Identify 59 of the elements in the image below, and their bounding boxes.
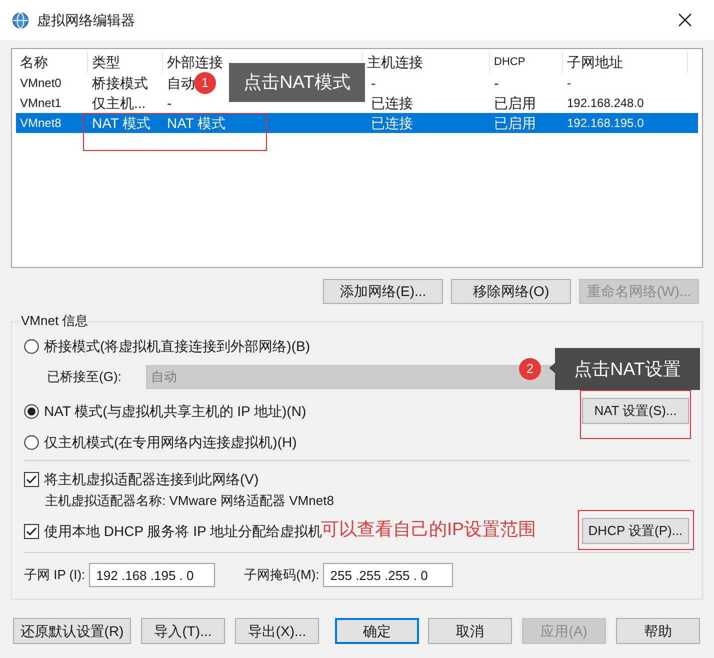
- table-cell: NAT 模式: [92, 114, 151, 132]
- dialog-button[interactable]: 确定: [335, 618, 419, 644]
- hint-tooltip: 点击NAT设置: [555, 348, 700, 390]
- table-cell: 已启用: [494, 94, 536, 112]
- step-badge: 2: [519, 358, 541, 380]
- network-button[interactable]: 添加网络(E)...: [323, 279, 443, 304]
- table-cell: 已启用: [494, 114, 536, 132]
- group-title: VMnet 信息: [20, 313, 90, 329]
- table-cell: -: [371, 74, 376, 92]
- window-title: 虚拟网络编辑器: [37, 10, 135, 30]
- table-cell-text: VMnet1: [20, 95, 62, 112]
- checkbox-label: 使用本地 DHCP 服务将 IP 地址分配给虚拟机: [44, 522, 322, 540]
- dialog-button[interactable]: 还原默认设置(R): [13, 618, 131, 644]
- column-header[interactable]: 外部连接: [167, 52, 223, 72]
- table-cell-text: 192.168.248.0: [567, 95, 644, 112]
- subnet-mask-field[interactable]: 255 .255 .255 . 0: [323, 563, 454, 587]
- table-cell-text: VMnet0: [20, 75, 62, 92]
- field-label: 子网掩码(M):: [244, 566, 320, 584]
- annotation-note: 可以查看自己的IP设置范围: [321, 518, 536, 541]
- nat-settings-button[interactable]: NAT 设置(S)...: [582, 398, 689, 424]
- dialog-button[interactable]: 取消: [428, 618, 512, 644]
- table-cell: -: [167, 94, 172, 112]
- radio-button[interactable]: [24, 404, 39, 418]
- table-cell-text: VMnet8: [20, 115, 62, 132]
- table-cell: NAT 模式: [167, 114, 226, 132]
- network-button[interactable]: 移除网络(O): [451, 279, 571, 304]
- table-cell: 桥接模式: [92, 74, 148, 92]
- table-cell: 已连接: [371, 114, 413, 132]
- field-label: 子网 IP (I):: [24, 566, 86, 584]
- table-cell: 仅主机...: [92, 94, 146, 112]
- radio-button[interactable]: [24, 338, 39, 354]
- table-cell: 已连接: [371, 94, 413, 112]
- column-header[interactable]: 子网地址: [567, 52, 623, 72]
- field-label: 已桥接至(G):: [47, 368, 122, 386]
- checkbox[interactable]: [24, 524, 39, 538]
- table-row[interactable]: VMnet8 NAT 模式 NAT 模式 已连接 已启用 192.168.195.0: [16, 113, 698, 133]
- dialog-button[interactable]: 导入(T)...: [141, 618, 225, 644]
- column-header[interactable]: DHCP: [494, 54, 526, 70]
- column-header[interactable]: 名称: [20, 52, 48, 72]
- adapter-name-text: 主机虚拟适配器名称: VMware 网络适配器 VMnet8: [45, 492, 335, 510]
- table-cell-text: 192.168.195.0: [567, 115, 644, 132]
- hint-tooltip: 点击NAT模式: [229, 63, 365, 102]
- table-cell-text: -: [567, 75, 571, 92]
- column-header[interactable]: 类型: [92, 52, 120, 72]
- dialog-button[interactable]: 帮助: [616, 618, 700, 644]
- radio-label: 仅主机模式(在专用网络内连接虚拟机)(H): [44, 432, 297, 452]
- table-cell: -: [494, 74, 499, 92]
- dhcp-settings-button[interactable]: DHCP 设置(P)...: [582, 518, 689, 544]
- dialog-button[interactable]: 导出(X)...: [235, 618, 319, 644]
- checkbox-label: 将主机虚拟适配器连接到此网络(V): [44, 470, 259, 489]
- close-icon[interactable]: [678, 13, 692, 27]
- column-header[interactable]: 主机连接: [367, 52, 423, 72]
- checkbox[interactable]: [24, 472, 39, 486]
- subnet-ip-field[interactable]: 192 .168 .195 . 0: [89, 563, 216, 587]
- globe-icon: [12, 12, 29, 28]
- table-cell: 自动: [167, 74, 195, 92]
- radio-label: NAT 模式(与虚拟机共享主机的 IP 地址)(N): [44, 402, 306, 421]
- radio-button[interactable]: [24, 434, 39, 450]
- radio-label: 桥接模式(将虚拟机直接连接到外部网络)(B): [44, 336, 310, 356]
